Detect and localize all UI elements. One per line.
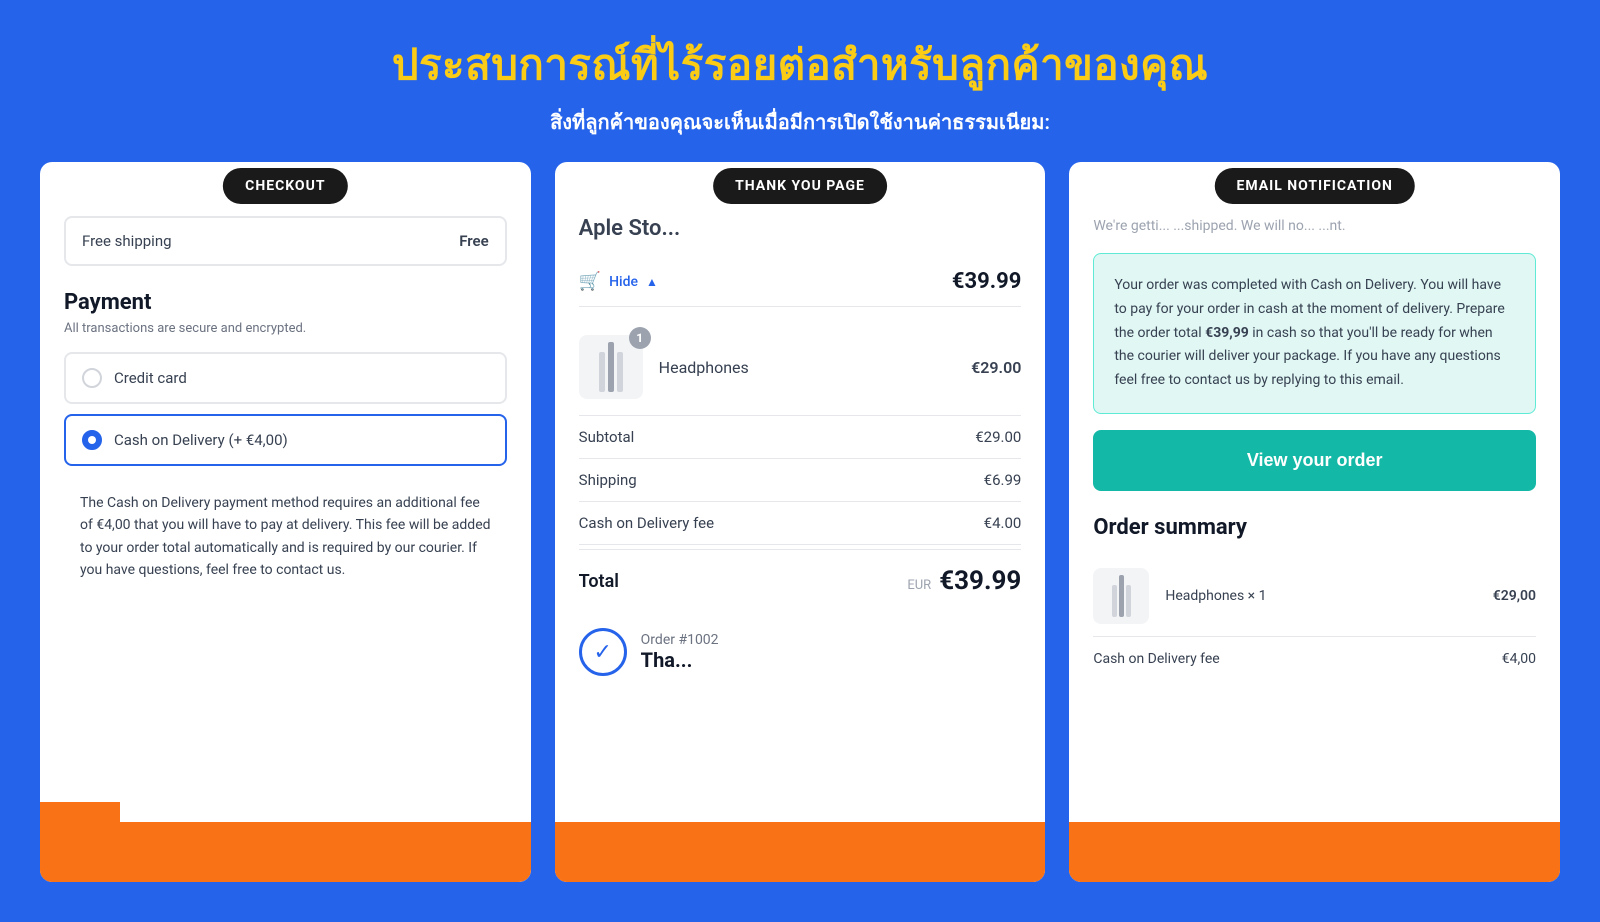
cod-option[interactable]: Cash on Delivery (+ €4,00) (64, 414, 507, 466)
credit-card-label: Credit card (114, 369, 187, 387)
total-right: EUR €39.99 (907, 566, 1021, 596)
total-amount: €39.99 (939, 566, 1021, 596)
total-currency: EUR (907, 578, 931, 593)
thank-you-badge: THANK YOU PAGE (713, 168, 887, 204)
cod-label: Cash on Delivery (+ €4,00) (114, 431, 288, 449)
checkout-card: CHECKOUT Free shipping Free Payment All … (40, 162, 531, 882)
orange-decoration-left (40, 802, 120, 882)
product-thumbnail: 1 (579, 335, 643, 399)
email-badge: EMAIL NOTIFICATION (1214, 168, 1414, 204)
cart-row: 🛒 Hide ▲ €39.99 (579, 257, 1022, 307)
free-shipping-value: Free (459, 232, 488, 250)
shipping-value: €6.99 (984, 471, 1022, 489)
subtotal-row: Subtotal €29.00 (579, 416, 1022, 459)
hide-label[interactable]: Hide (609, 274, 638, 290)
credit-card-option[interactable]: Credit card (64, 352, 507, 404)
total-label: Total (579, 571, 619, 592)
thank-you-badge-area: THANK YOU PAGE (579, 186, 1022, 196)
order-confirm-row: ✓ Order #1002 Tha... (579, 612, 1022, 692)
product-price: €29.00 (971, 358, 1021, 377)
order-confirm-text: Tha... (641, 648, 719, 672)
credit-card-radio[interactable] (82, 368, 102, 388)
order-info: Order #1002 Tha... (641, 632, 719, 672)
thank-you-card: THANK YOU PAGE Aple Sto... 🛒 Hide ▲ €39.… (555, 162, 1046, 882)
cart-icon: 🛒 (579, 271, 601, 292)
free-shipping-label: Free shipping (82, 232, 172, 250)
summary-product-price: €29,00 (1493, 588, 1536, 604)
email-body-box: Your order was completed with Cash on De… (1093, 253, 1536, 414)
subtotal-label: Subtotal (579, 428, 635, 446)
cod-radio[interactable] (82, 430, 102, 450)
cod-fee-row: Cash on Delivery fee €4.00 (579, 502, 1022, 545)
email-badge-area: EMAIL NOTIFICATION (1093, 186, 1536, 196)
cod-fee-value: €4.00 (984, 514, 1022, 532)
email-card: EMAIL NOTIFICATION We're getti... ...shi… (1069, 162, 1560, 882)
summary-product-row: Headphones × 1 €29,00 (1093, 556, 1536, 637)
subtotal-value: €29.00 (975, 428, 1021, 446)
page-subtitle: สิ่งที่ลูกค้าของคุณจะเห็นเมื่อมีการเปิดใ… (20, 106, 1580, 138)
page-title: ประสบการณ์ที่ไร้รอยต่อสำหรับลูกค้าของคุณ (20, 32, 1580, 98)
summary-product-thumbnail (1093, 568, 1149, 624)
summary-cod-fee-row: Cash on Delivery fee €4,00 (1093, 637, 1536, 681)
product-name: Headphones (659, 358, 955, 377)
email-card-inner: EMAIL NOTIFICATION We're getti... ...shi… (1069, 162, 1560, 882)
total-row: Total EUR €39.99 (579, 549, 1022, 612)
checkout-card-inner: CHECKOUT Free shipping Free Payment All … (40, 162, 531, 882)
view-order-button[interactable]: View your order (1093, 430, 1536, 491)
thank-you-card-inner: THANK YOU PAGE Aple Sto... 🛒 Hide ▲ €39.… (555, 162, 1046, 882)
store-name: Aple Sto... (579, 216, 1022, 241)
email-body-text: Your order was completed with Cash on De… (1114, 277, 1504, 388)
cod-fee-label: Cash on Delivery fee (579, 514, 714, 532)
payment-subtitle: All transactions are secure and encrypte… (64, 321, 507, 336)
order-summary-title: Order summary (1093, 515, 1536, 540)
summary-cod-fee-value: €4,00 (1502, 651, 1536, 667)
cart-total: €39.99 (952, 269, 1022, 294)
product-row: 1 Headphones €29.00 (579, 319, 1022, 416)
email-header-preview: We're getti... ...shipped. We will no...… (1093, 216, 1536, 237)
checkout-badge-area: CHECKOUT (64, 186, 507, 196)
cod-note: The Cash on Delivery payment method requ… (64, 476, 507, 598)
chevron-up-icon: ▲ (646, 275, 658, 289)
page-header: ประสบการณ์ที่ไร้รอยต่อสำหรับลูกค้าของคุณ… (0, 0, 1600, 162)
cod-radio-inner (88, 436, 96, 444)
cards-container: CHECKOUT Free shipping Free Payment All … (0, 162, 1600, 922)
order-number: Order #1002 (641, 632, 719, 648)
check-circle: ✓ (579, 628, 627, 676)
shipping-row: Shipping €6.99 (579, 459, 1022, 502)
qty-badge: 1 (629, 327, 651, 349)
summary-product-name: Headphones × 1 (1165, 588, 1476, 604)
summary-cod-fee-label: Cash on Delivery fee (1093, 651, 1219, 667)
payment-title: Payment (64, 290, 507, 315)
free-shipping-row: Free shipping Free (64, 216, 507, 266)
check-icon: ✓ (593, 640, 611, 665)
checkout-badge: CHECKOUT (223, 168, 347, 204)
shipping-label: Shipping (579, 471, 637, 489)
cart-left: 🛒 Hide ▲ (579, 271, 658, 292)
